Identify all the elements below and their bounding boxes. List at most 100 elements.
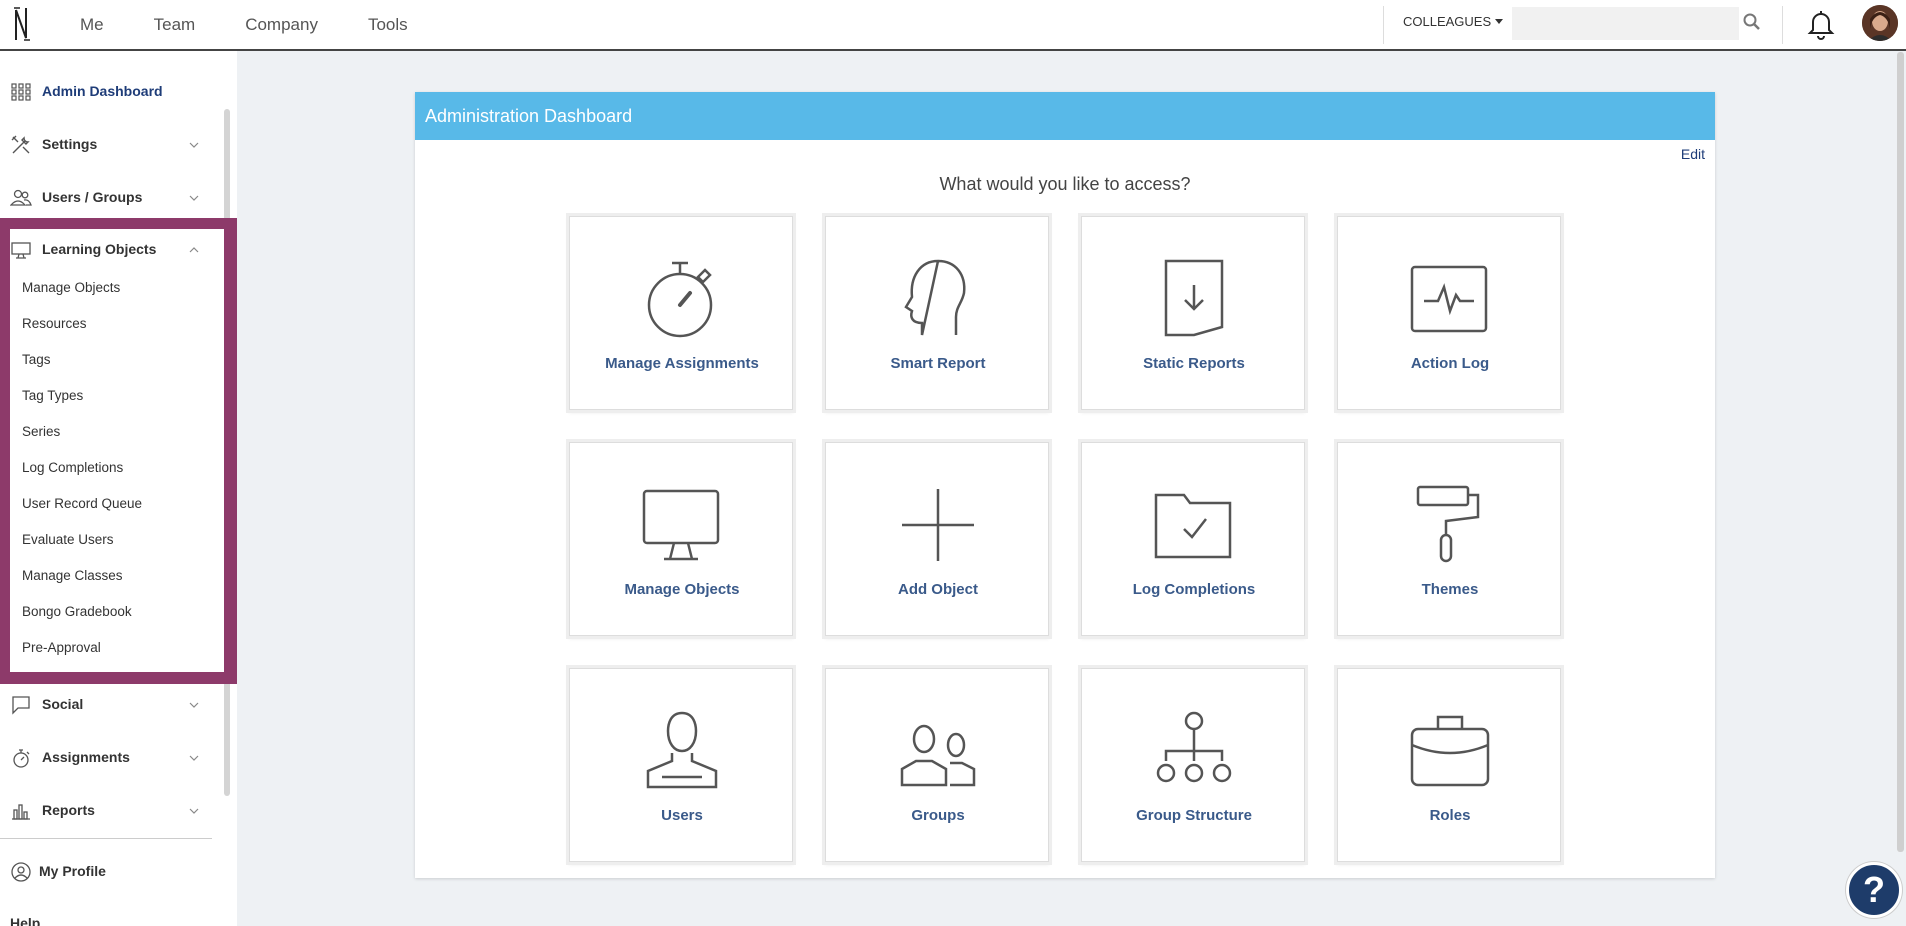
sidebar-item-settings[interactable]: Settings <box>0 124 210 164</box>
monitor-icon <box>11 242 31 259</box>
panel-header: Administration Dashboard <box>415 92 1715 140</box>
sub-item-user-record-queue[interactable]: User Record Queue <box>22 496 142 511</box>
chevron-down-icon <box>189 142 199 148</box>
sub-item-log-completions[interactable]: Log Completions <box>22 460 123 475</box>
sidebar-item-label: Users / Groups <box>42 189 143 205</box>
tile-label: Themes <box>1421 581 1479 598</box>
briefcase-icon <box>1410 715 1490 787</box>
stopwatch-icon <box>13 749 30 768</box>
sidebar-item-label: Reports <box>42 802 95 818</box>
page-scrollbar[interactable] <box>1897 52 1904 852</box>
chevron-down-icon <box>189 755 199 761</box>
edit-link[interactable]: Edit <box>1681 146 1705 162</box>
chevron-down-icon <box>189 808 199 814</box>
tile-label: Roles <box>1429 807 1471 824</box>
sidebar-item-assignments[interactable]: Assignments <box>0 737 210 777</box>
sidebar-item-label: Social <box>42 696 84 712</box>
sub-item-manage-classes[interactable]: Manage Classes <box>22 568 123 583</box>
tile-groups[interactable]: Groups <box>825 668 1049 862</box>
sidebar-item-label: My Profile <box>39 863 106 879</box>
tile-group-structure[interactable]: Group Structure <box>1081 668 1305 862</box>
bar-chart-icon <box>12 804 30 820</box>
divider <box>0 838 212 839</box>
user-icon <box>646 711 718 789</box>
sidebar-item-label: Learning Objects <box>42 241 157 257</box>
grid-icon <box>11 83 31 101</box>
tile-label: Add Object <box>897 581 978 598</box>
tile-smart-report[interactable]: Smart Report <box>825 216 1049 410</box>
sidebar-item-admin-dashboard[interactable]: Admin Dashboard <box>0 71 210 111</box>
tile-add-object[interactable]: Add Object <box>825 442 1049 636</box>
activity-monitor-icon <box>1410 265 1488 333</box>
tile-label: Smart Report <box>890 355 986 372</box>
tile-label: Manage Objects <box>624 581 740 598</box>
divider <box>1782 6 1783 44</box>
sub-item-bongo-gradebook[interactable]: Bongo Gradebook <box>22 604 132 619</box>
sidebar-item-label: Assignments <box>42 749 130 765</box>
nav-tools[interactable]: Tools <box>368 15 408 35</box>
tile-label: Group Structure <box>1136 807 1252 824</box>
sidebar-item-label: Admin Dashboard <box>42 83 163 99</box>
sub-item-tag-types[interactable]: Tag Types <box>22 388 83 403</box>
caret-down-icon <box>1495 19 1504 24</box>
paint-roller-icon <box>1416 485 1480 563</box>
sidebar-item-label: Help <box>10 915 41 926</box>
search-input[interactable] <box>1512 7 1739 40</box>
folder-check-icon <box>1154 493 1232 559</box>
monitor-icon <box>642 489 720 561</box>
profile-icon <box>11 862 31 882</box>
document-download-icon <box>1164 259 1224 337</box>
users-icon <box>10 189 32 206</box>
hierarchy-icon <box>1156 711 1232 783</box>
logo-icon[interactable] <box>12 4 32 44</box>
tile-manage-objects[interactable]: Manage Objects <box>569 442 793 636</box>
tile-static-reports[interactable]: Static Reports <box>1081 216 1305 410</box>
learning-objects-highlight: Learning Objects Manage Objects Resource… <box>0 218 237 684</box>
sidebar-item-label: Settings <box>42 136 98 152</box>
sub-item-pre-approval[interactable]: Pre-Approval <box>22 640 101 655</box>
sub-item-series[interactable]: Series <box>22 424 60 439</box>
tile-manage-assignments[interactable]: Manage Assignments <box>569 216 793 410</box>
nav-me[interactable]: Me <box>80 15 104 35</box>
admin-dashboard-panel: Administration Dashboard Edit What would… <box>415 92 1715 878</box>
tile-users[interactable]: Users <box>569 668 793 862</box>
search-icon[interactable] <box>1742 12 1762 32</box>
page-title: Administration Dashboard <box>425 106 633 126</box>
chevron-down-icon <box>189 195 199 201</box>
learning-objects-section: Learning Objects Manage Objects Resource… <box>10 229 224 672</box>
colleagues-dropdown[interactable]: COLLEAGUES <box>1403 14 1504 29</box>
tile-label: Users <box>661 807 703 824</box>
sidebar-item-help[interactable]: Help <box>0 903 210 926</box>
sidebar-item-reports[interactable]: Reports <box>0 790 210 830</box>
sidebar-item-users-groups[interactable]: Users / Groups <box>0 177 210 217</box>
tile-label: Static Reports <box>1143 355 1245 372</box>
chevron-up-icon <box>189 247 199 253</box>
chevron-down-icon <box>189 702 199 708</box>
colleagues-label: COLLEAGUES <box>1403 14 1492 29</box>
sub-item-manage-objects[interactable]: Manage Objects <box>22 280 120 295</box>
tools-icon <box>11 135 30 154</box>
help-button[interactable]: ? <box>1846 862 1902 918</box>
divider <box>1383 6 1384 44</box>
tile-themes[interactable]: Themes <box>1337 442 1561 636</box>
group-icon <box>900 724 976 787</box>
bell-icon[interactable] <box>1807 8 1835 40</box>
prompt-text: What would you like to access? <box>939 174 1191 194</box>
head-icon <box>904 259 966 336</box>
top-nav: Me Team Company Tools <box>80 0 458 49</box>
tile-action-log[interactable]: Action Log <box>1337 216 1561 410</box>
nav-team[interactable]: Team <box>154 15 196 35</box>
tile-log-completions[interactable]: Log Completions <box>1081 442 1305 636</box>
sub-item-resources[interactable]: Resources <box>22 316 87 331</box>
tile-label: Log Completions <box>1132 581 1256 598</box>
sidebar-item-learning-objects[interactable]: Learning Objects <box>0 229 210 269</box>
tile-roles[interactable]: Roles <box>1337 668 1561 862</box>
sidebar-item-social[interactable]: Social <box>0 684 210 724</box>
tile-label: Manage Assignments <box>605 355 759 372</box>
sub-item-tags[interactable]: Tags <box>22 352 51 367</box>
avatar[interactable] <box>1862 5 1898 41</box>
sidebar-item-my-profile[interactable]: My Profile <box>0 851 210 891</box>
plus-icon <box>902 489 974 561</box>
sub-item-evaluate-users[interactable]: Evaluate Users <box>22 532 114 547</box>
nav-company[interactable]: Company <box>245 15 318 35</box>
